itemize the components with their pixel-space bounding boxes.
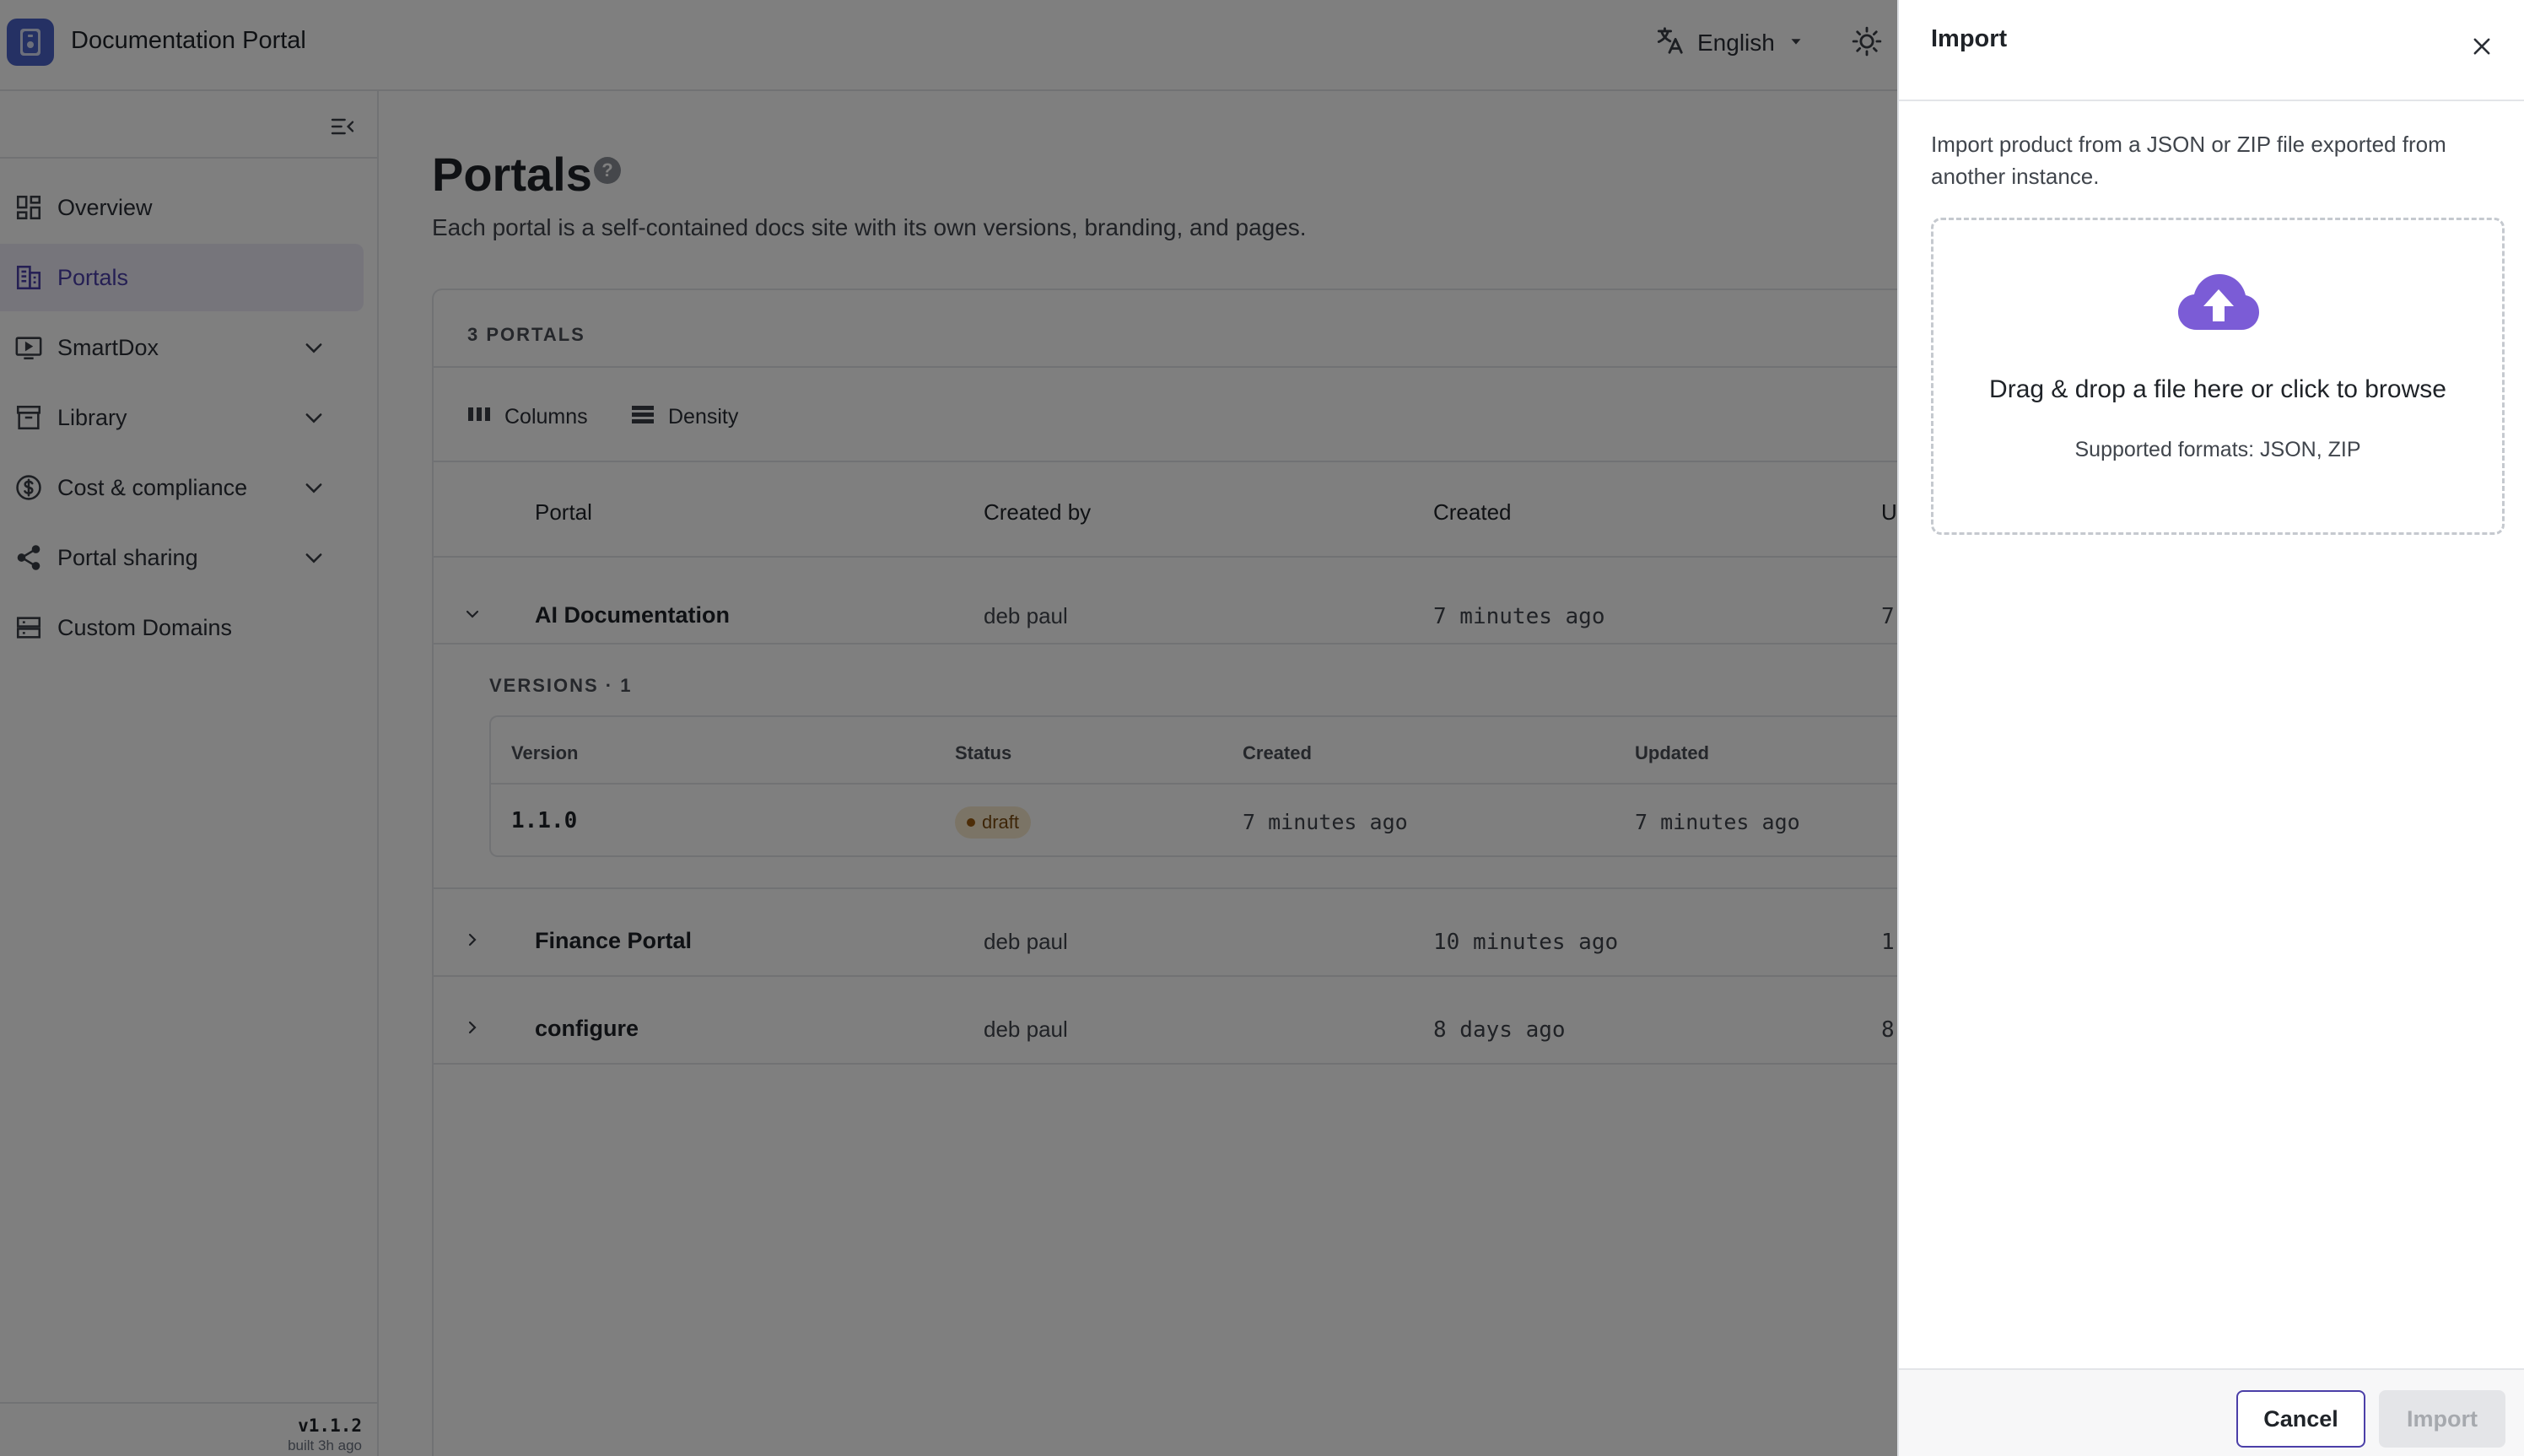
import-button[interactable]: Import (2379, 1390, 2505, 1448)
dropzone-title: Drag & drop a file here or click to brow… (1989, 375, 2446, 403)
dropzone-formats: Supported formats: JSON, ZIP (2074, 438, 2361, 461)
divider (1899, 100, 2524, 101)
close-icon (2470, 35, 2494, 62)
drawer-title: Import (1931, 25, 2008, 52)
cloud-upload-icon (2176, 271, 2261, 335)
cancel-button[interactable]: Cancel (2236, 1390, 2365, 1448)
close-button[interactable] (2464, 30, 2500, 66)
modal-backdrop[interactable] (0, 0, 1897, 1456)
drawer-description: Import product from a JSON or ZIP file e… (1931, 132, 2446, 189)
drawer-footer: Cancel Import (1899, 1368, 2524, 1456)
import-drawer: Import Import product from a JSON or ZIP… (1897, 0, 2524, 1456)
file-dropzone[interactable]: Drag & drop a file here or click to brow… (1931, 218, 2505, 535)
